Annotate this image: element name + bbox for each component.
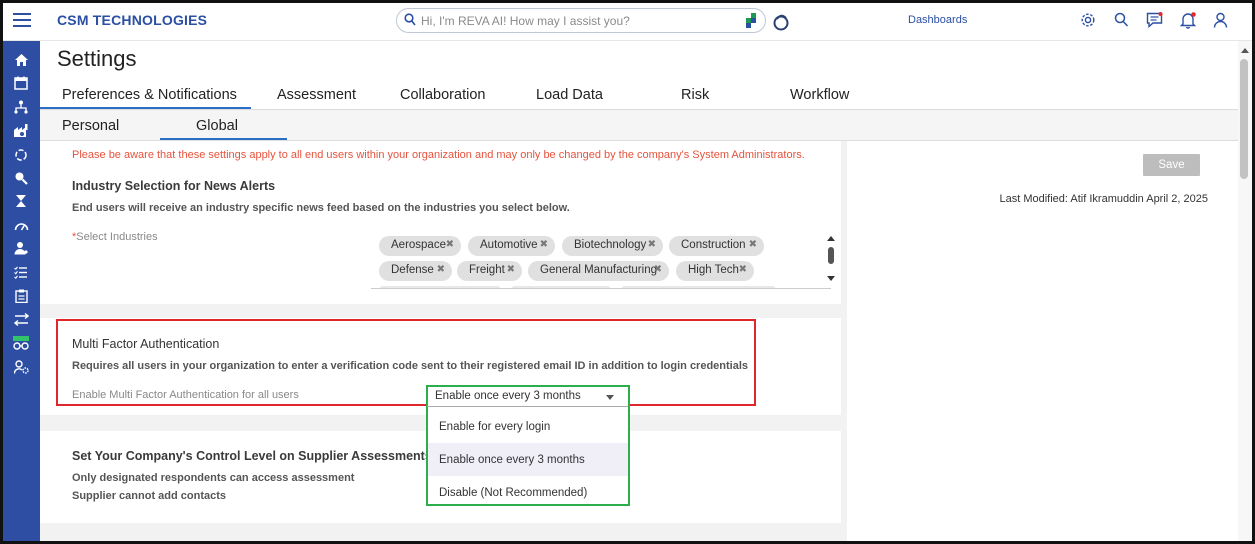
caret-down-icon <box>606 395 614 400</box>
top-bar: CSM TECHNOLOGIES Dashboards <box>3 3 1252 41</box>
mfa-option-every-login[interactable]: Enable for every login <box>428 410 628 443</box>
chip-partial[interactable] <box>621 286 776 288</box>
title-area: Settings <box>40 41 1238 79</box>
select-industries-label-text: Select Industries <box>76 231 158 243</box>
brand-name: CSM TECHNOLOGIES <box>57 12 208 28</box>
tab-workflow[interactable]: Workflow <box>790 87 849 103</box>
left-sidebar <box>3 41 40 541</box>
reva-bot-icon[interactable] <box>745 13 759 28</box>
mfa-highlight-box <box>56 319 756 406</box>
hourglass-icon[interactable] <box>12 193 30 209</box>
chip-automotive[interactable]: Automotive ✖ <box>468 236 555 256</box>
chip-partial[interactable] <box>379 286 501 288</box>
chat-icon[interactable] <box>1146 12 1163 28</box>
chip-label: High Tech <box>688 264 739 276</box>
search-input[interactable] <box>421 12 731 29</box>
active-tab-indicator <box>40 107 251 109</box>
remove-chip-icon[interactable]: ✖ <box>654 264 662 275</box>
mfa-option-every-3-months[interactable]: Enable once every 3 months <box>428 443 628 476</box>
industry-chips[interactable]: Aerospace ✖ Automotive ✖ Biotechnology ✖ Co… <box>371 234 831 289</box>
checklist-icon[interactable] <box>12 264 30 280</box>
chip-aerospace[interactable]: Aerospace ✖ <box>379 236 461 256</box>
remove-chip-icon[interactable]: ✖ <box>648 239 656 250</box>
person-icon[interactable] <box>12 240 30 256</box>
scroll-thumb[interactable] <box>1240 59 1248 179</box>
page-title: Settings <box>57 46 137 71</box>
tab-collaboration[interactable]: Collaboration <box>400 87 485 103</box>
last-modified-text: Last Modified: Atif Ikramuddin April 2, … <box>999 193 1208 205</box>
chip-label: Defense <box>391 264 434 276</box>
mfa-option-disable[interactable]: Disable (Not Recommended) <box>428 476 628 509</box>
hamburger-menu-icon[interactable] <box>13 13 31 27</box>
transfer-icon[interactable] <box>12 311 30 327</box>
refresh-icon[interactable] <box>12 147 30 163</box>
org-chart-icon[interactable] <box>12 99 30 115</box>
subtab-global[interactable]: Global <box>196 118 238 134</box>
clipboard-icon[interactable] <box>12 288 30 304</box>
sub-tabs: Personal Global <box>40 111 1238 141</box>
dashboards-link[interactable]: Dashboards <box>908 14 967 26</box>
tab-load-data[interactable]: Load Data <box>536 87 603 103</box>
home-icon[interactable] <box>12 52 30 68</box>
mfa-select[interactable]: Enable once every 3 months <box>427 387 628 407</box>
remove-chip-icon[interactable]: ✖ <box>739 264 747 275</box>
search-bar[interactable] <box>396 8 766 33</box>
gauge-icon[interactable] <box>12 217 30 233</box>
right-panel: Save Last Modified: Atif Ikramuddin Apri… <box>847 141 1238 541</box>
remove-chip-icon[interactable]: ✖ <box>446 239 454 250</box>
calendar-icon[interactable] <box>12 75 30 91</box>
save-button[interactable]: Save <box>1143 154 1200 176</box>
page-scrollbar[interactable] <box>1238 41 1252 541</box>
chip-freight[interactable]: Freight ✖ <box>457 261 522 281</box>
control-level-line-1: Only designated respondents can access a… <box>72 472 355 484</box>
main-tabs: Preferences & Notifications Assessment C… <box>40 79 1238 110</box>
chips-scrollbar[interactable] <box>826 233 836 285</box>
tab-preferences-notifications[interactable]: Preferences & Notifications <box>62 87 237 103</box>
chip-label: Construction <box>681 239 746 251</box>
bell-icon[interactable] <box>1180 12 1196 29</box>
new-feature-icon[interactable] <box>12 335 30 351</box>
chip-partial[interactable] <box>511 286 611 288</box>
chip-label: Freight <box>469 264 505 276</box>
tab-assessment[interactable]: Assessment <box>277 87 356 103</box>
settings-content: Please be aware that these settings appl… <box>40 141 841 541</box>
reva-logo-icon[interactable] <box>773 13 789 31</box>
chip-biotechnology[interactable]: Biotechnology ✖ <box>562 236 663 256</box>
mfa-select-value: Enable once every 3 months <box>435 390 581 402</box>
industry-card: Please be aware that these settings appl… <box>40 141 841 304</box>
control-level-line-2: Supplier cannot add contacts <box>72 490 227 502</box>
remove-chip-icon[interactable]: ✖ <box>540 239 548 250</box>
remove-chip-icon[interactable]: ✖ <box>507 264 515 275</box>
admin-warning-text: Please be aware that these settings appl… <box>72 149 805 161</box>
chip-construction[interactable]: Construction ✖ <box>669 236 764 256</box>
gear-icon[interactable] <box>1080 12 1096 28</box>
industry-section-title: Industry Selection for News Alerts <box>72 179 276 193</box>
subtab-personal[interactable]: Personal <box>62 118 119 134</box>
tab-risk[interactable]: Risk <box>681 87 709 103</box>
remove-chip-icon[interactable]: ✖ <box>749 239 757 250</box>
chip-high-tech[interactable]: High Tech ✖ <box>676 261 754 281</box>
search-icon <box>404 13 416 26</box>
control-level-title: Set Your Company's Control Level on Supp… <box>72 449 450 463</box>
chip-defense[interactable]: Defense ✖ <box>379 261 452 281</box>
chip-general-manufacturing[interactable]: General Manufacturing ✖ <box>528 261 669 281</box>
factory-icon[interactable] <box>12 123 30 139</box>
industry-section-description: End users will receive an industry speci… <box>72 202 570 214</box>
chip-label: General Manufacturing <box>540 264 657 276</box>
chip-label: Aerospace <box>391 239 446 251</box>
active-subtab-indicator <box>160 138 287 140</box>
chip-label: Automotive <box>480 239 538 251</box>
settings-user-icon[interactable] <box>12 359 30 375</box>
user-icon[interactable] <box>1213 12 1228 28</box>
select-industries-label: *Select Industries <box>72 231 158 243</box>
search-icon[interactable] <box>1114 12 1129 28</box>
main-area: Settings Preferences & Notifications Ass… <box>40 41 1238 541</box>
chip-label: Biotechnology <box>574 239 647 251</box>
app-window: CSM TECHNOLOGIES Dashboards <box>0 0 1255 544</box>
magnify-user-icon[interactable] <box>12 170 30 186</box>
remove-chip-icon[interactable]: ✖ <box>437 264 445 275</box>
scroll-up-icon[interactable] <box>1238 45 1252 55</box>
